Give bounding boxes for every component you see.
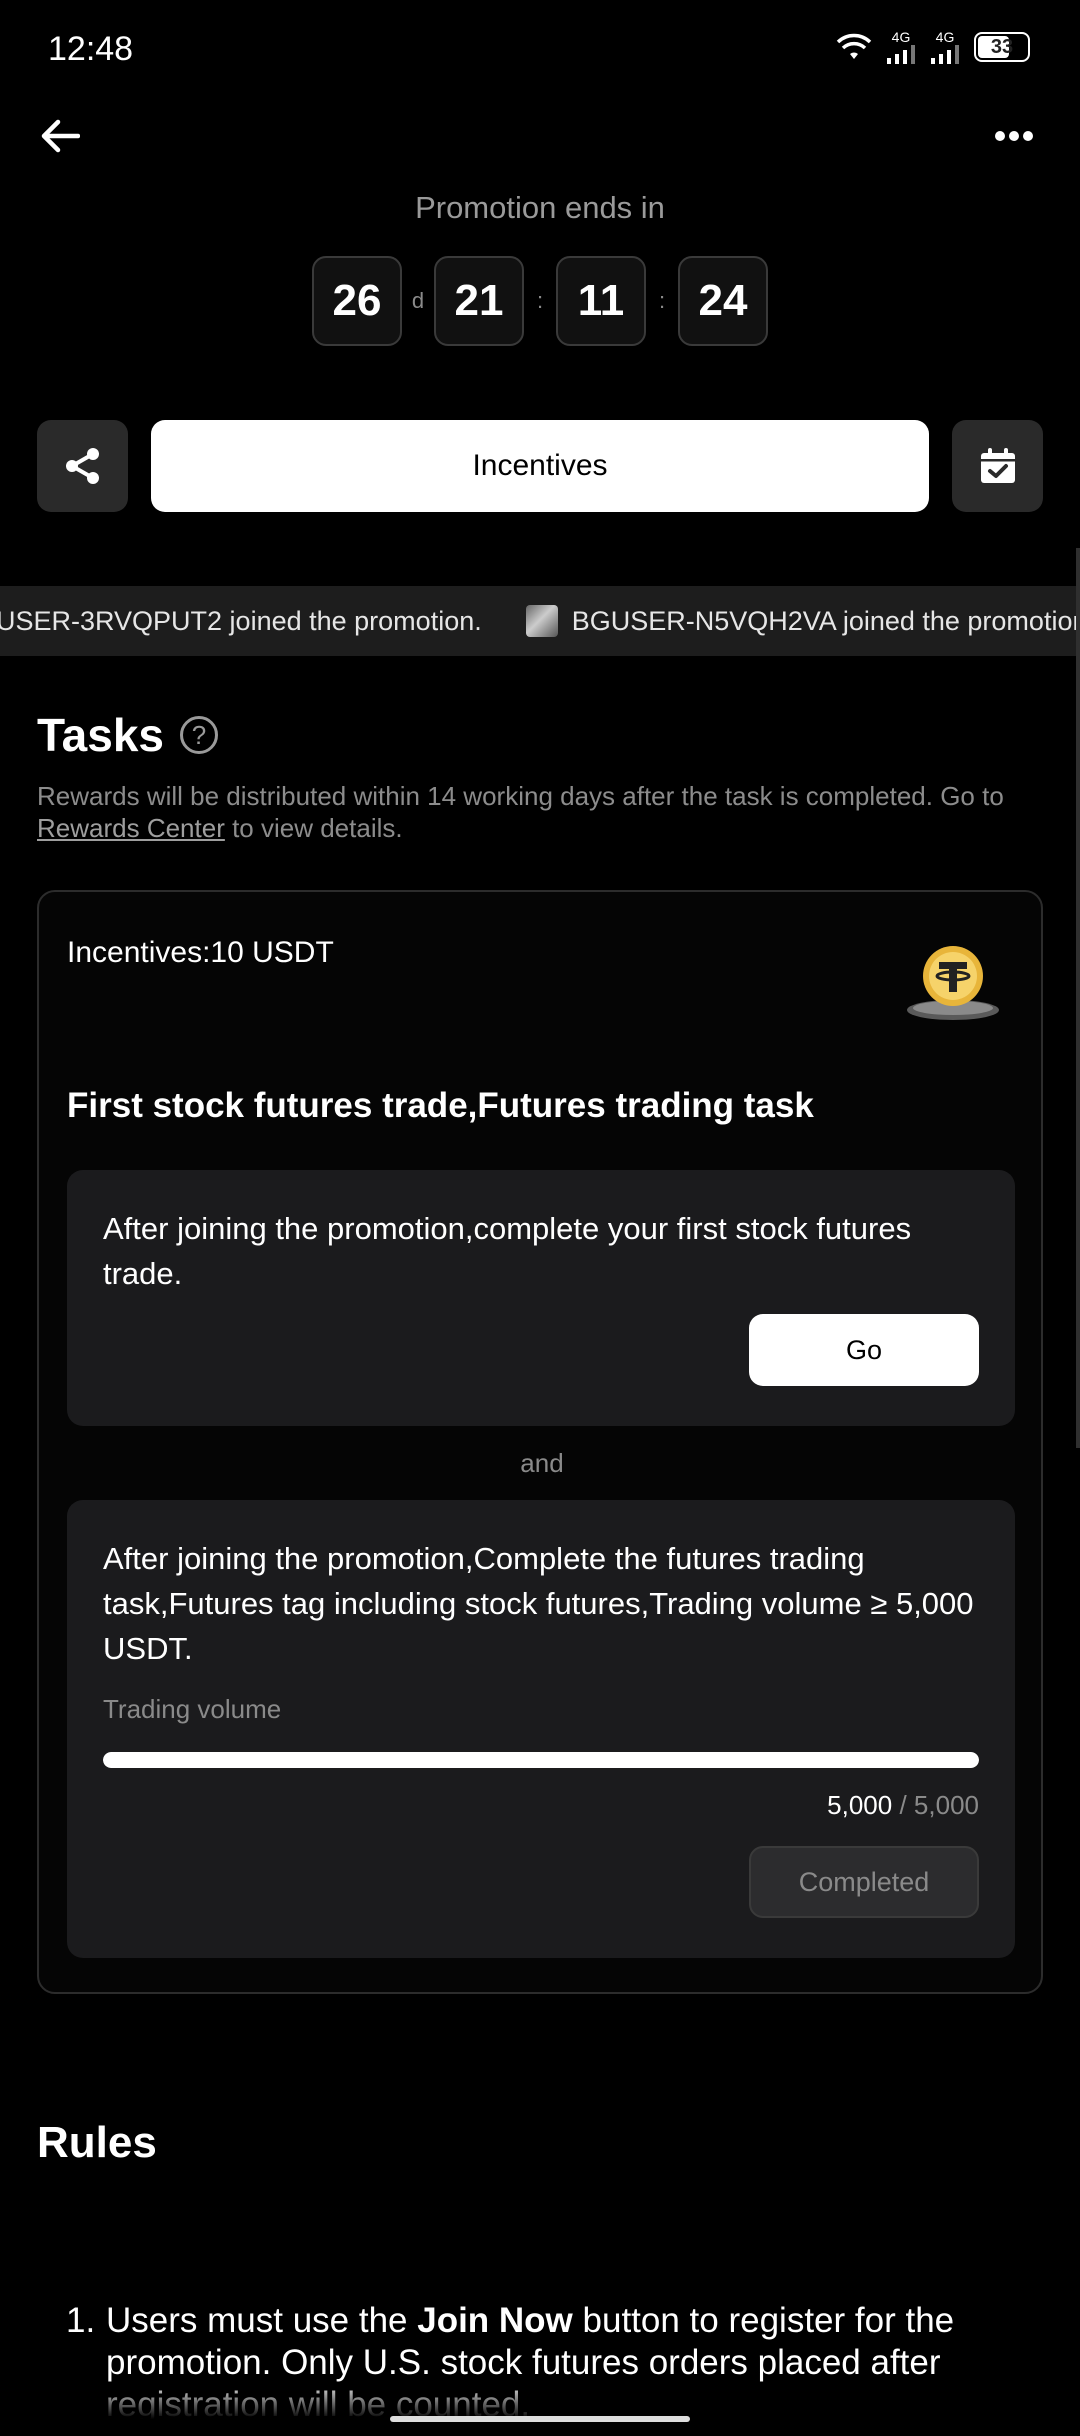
action-row: Incentives [37,420,1043,512]
battery-icon: 33 [974,32,1030,62]
scrollbar[interactable] [1076,548,1080,1448]
ellipsis-icon [995,131,1033,141]
usdt-coin-icon [907,946,999,1020]
join-now-text: Join Now [417,2301,573,2340]
task-step-text: After joining the promotion,Complete the… [103,1541,974,1666]
share-icon [65,448,99,484]
cell-signal-icon: 4G [886,30,916,64]
countdown-minutes: 11 [556,256,646,346]
task-title: First stock futures trade,Futures tradin… [67,1086,814,1125]
go-button[interactable]: Go [749,1314,979,1386]
rule-number: 1. [66,2301,96,2340]
calendar-check-icon [980,448,1015,483]
countdown-timer: 26 d 21 : 11 : 24 [0,256,1080,346]
tasks-heading: Tasks ? [37,708,219,762]
calendar-button[interactable] [952,420,1043,512]
share-button[interactable] [37,420,128,512]
countdown-seconds: 24 [678,256,768,346]
ticker-item: USER-3RVQPUT2 joined the promotion. [0,605,482,636]
more-options-button[interactable] [984,112,1044,160]
progress-value: 5,000 / 5,000 [827,1790,979,1820]
home-indicator[interactable] [390,2416,690,2422]
status-time: 12:48 [48,30,134,68]
tasks-description: Rewards will be distributed within 14 wo… [37,781,1004,843]
avatar [525,605,558,637]
time-separator: : [658,288,666,313]
incentives-button[interactable]: Incentives [151,420,929,512]
help-icon[interactable]: ? [180,716,219,754]
ticker-item: BGUSER-N5VQH2VA joined the promotion. [525,605,1080,637]
back-button[interactable] [36,112,84,160]
bottom-fade [0,2380,1080,2436]
and-connector: and [520,1448,564,1478]
rewards-center-link[interactable]: Rewards Center [37,813,225,843]
countdown-hours: 21 [434,256,524,346]
rules-heading: Rules [37,2118,157,2167]
wifi-icon [836,33,872,59]
join-ticker: USER-3RVQPUT2 joined the promotion. BGUS… [0,586,1080,656]
status-bar: 12:48 4G 4G 33 [0,0,1080,100]
task-card: Incentives:10 USDT First stock futures t… [37,890,1043,1994]
completed-button[interactable]: Completed [749,1846,979,1918]
task-step-card: After joining the promotion,Complete the… [67,1500,1015,1958]
tasks-title: Tasks [37,709,165,761]
arrow-left-icon [41,119,80,153]
day-unit-label: d [411,288,425,313]
task-step-card: After joining the promotion,complete you… [67,1170,1015,1426]
task-step-text: After joining the promotion,complete you… [103,1211,912,1291]
time-separator: : [536,288,544,313]
promotion-ends-label: Promotion ends in [415,190,665,225]
incentive-amount: Incentives:10 USDT [67,936,334,969]
trading-volume-progress [103,1752,979,1768]
progress-fill [103,1752,979,1768]
trading-volume-label: Trading volume [103,1694,282,1724]
countdown-days: 26 [312,256,402,346]
status-icons: 4G 4G 33 [836,30,1030,64]
cell-signal-icon: 4G [930,30,960,64]
